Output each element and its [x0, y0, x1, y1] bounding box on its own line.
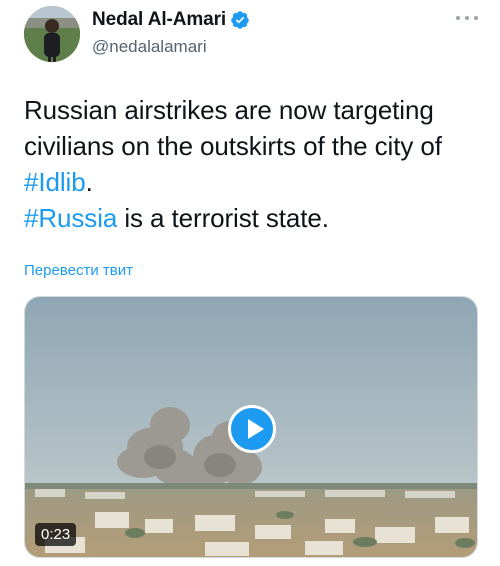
avatar[interactable] [24, 6, 80, 62]
video-player[interactable]: 0:23 [24, 296, 478, 558]
tweet-text-tail: is a terrorist state. [117, 203, 329, 233]
dot [465, 16, 469, 20]
tweet: Nedal Al-Amari @nedalalamari Russian air… [0, 0, 500, 566]
translate-tweet-link[interactable]: Перевести твит [24, 262, 133, 279]
tweet-text-line-2: civilians on the outskirts of the city o… [24, 131, 442, 161]
tweet-text: Russian airstrikes are now targeting civ… [24, 92, 484, 236]
hashtag-russia[interactable]: #Russia [24, 203, 117, 233]
name-row[interactable]: Nedal Al-Amari [92, 9, 250, 31]
tweet-text-line-1: Russian airstrikes are now targeting [24, 95, 434, 125]
hashtag-idlib[interactable]: #Idlib [24, 167, 86, 197]
more-options-icon[interactable] [456, 14, 478, 22]
tweet-text-line-4: #Russia is a terrorist state. [24, 200, 484, 236]
video-duration: 0:23 [35, 523, 77, 546]
display-name[interactable]: Nedal Al-Amari [92, 9, 226, 31]
punctuation: . [85, 167, 93, 197]
verified-badge-icon [230, 10, 250, 30]
tweet-text-line-3: #Idlib. [24, 164, 484, 200]
play-icon[interactable] [228, 405, 276, 453]
dot [474, 16, 478, 20]
user-handle[interactable]: @nedalalamari [92, 37, 207, 57]
dot [456, 16, 460, 20]
